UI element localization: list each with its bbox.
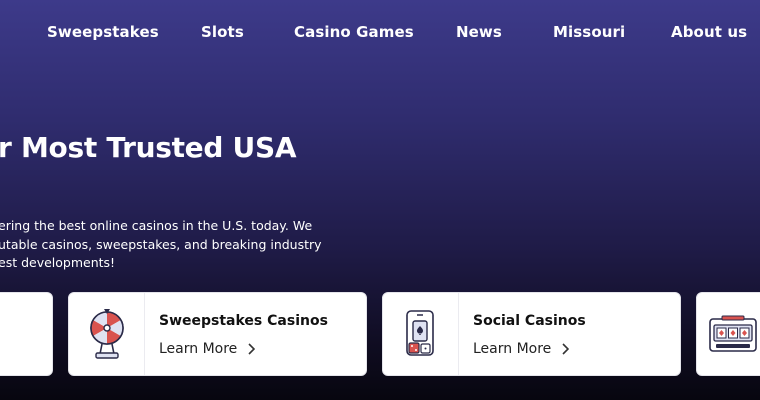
nav-item-slots[interactable]: Slots (201, 23, 244, 41)
phone-cards-dice-icon (405, 310, 434, 356)
prize-wheel-icon (89, 309, 124, 359)
slot-machine-icon (709, 315, 757, 352)
hero-description-line-3: est developments! (0, 255, 116, 270)
category-card-social-casinos[interactable]: Social Casinos Learn More (382, 292, 681, 376)
hero-description-line-1: ering the best online casinos in the U.S… (0, 218, 313, 233)
card-icon-container (383, 293, 459, 375)
nav-item-missouri[interactable]: Missouri (553, 23, 625, 41)
hero-description: ering the best online casinos in the U.S… (0, 217, 328, 273)
card-icon-container (69, 293, 145, 375)
hero-description-line-2: utable casinos, sweepstakes, and breakin… (0, 236, 322, 252)
card-title: Sweepstakes Casinos (159, 313, 328, 329)
nav-item-news[interactable]: News (456, 23, 502, 41)
top-navigation: Sweepstakes Slots Casino Games News Miss… (0, 0, 760, 64)
category-card-sweepstakes-casinos[interactable]: Sweepstakes Casinos Learn More (68, 292, 367, 376)
learn-more-link[interactable]: Learn More (159, 341, 256, 357)
chevron-right-icon (247, 343, 256, 355)
category-card-partial-left[interactable] (0, 292, 53, 376)
learn-more-label: Learn More (473, 341, 552, 357)
hero-title: r Most Trusted USA (0, 131, 297, 164)
category-card-partial-right[interactable] (696, 292, 760, 376)
card-title: Social Casinos (473, 313, 586, 329)
learn-more-label: Learn More (159, 341, 238, 357)
card-icon-container (697, 293, 760, 375)
nav-item-sweepstakes[interactable]: Sweepstakes (47, 23, 159, 41)
learn-more-link[interactable]: Learn More (473, 341, 570, 357)
chevron-right-icon (561, 343, 570, 355)
nav-item-about-us[interactable]: About us (671, 23, 747, 41)
nav-item-casino-games[interactable]: Casino Games (294, 23, 414, 41)
